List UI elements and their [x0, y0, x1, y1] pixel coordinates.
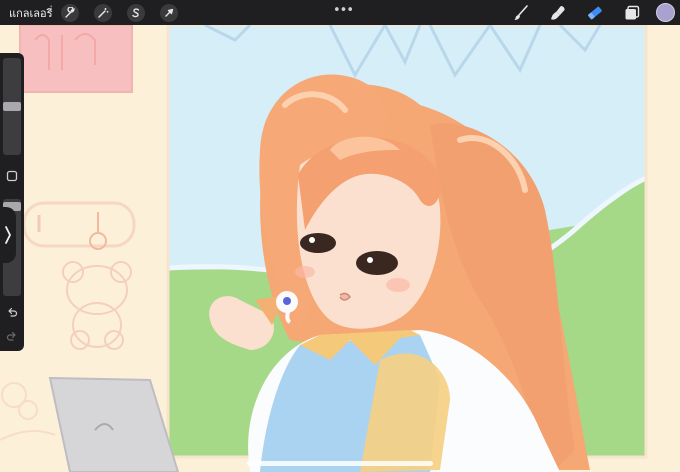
- brush-sidebar: [0, 53, 24, 351]
- more-options-icon[interactable]: •••: [333, 3, 354, 18]
- redo-icon[interactable]: [5, 329, 19, 343]
- color-picker-button[interactable]: [656, 3, 675, 22]
- brush-size-thumb[interactable]: [3, 102, 21, 111]
- chevron-right-icon: [5, 226, 12, 244]
- home-indicator[interactable]: [247, 461, 433, 466]
- wrench-icon[interactable]: [60, 3, 79, 22]
- gallery-button[interactable]: แกลเลอรี่: [9, 4, 53, 22]
- selection-s-icon[interactable]: [126, 3, 145, 22]
- right-tools: [494, 0, 680, 25]
- sidebar-expand-handle[interactable]: [0, 207, 16, 263]
- modify-square-icon[interactable]: [5, 169, 19, 183]
- top-toolbar: แกลเลอรี่ •••: [0, 0, 680, 25]
- layers-icon[interactable]: [622, 3, 642, 23]
- drawing-canvas[interactable]: [0, 25, 680, 472]
- magic-wand-icon[interactable]: [93, 3, 112, 22]
- smudge-icon[interactable]: [548, 3, 568, 23]
- eraser-icon[interactable]: [585, 3, 605, 23]
- brush-icon[interactable]: [511, 3, 531, 23]
- undo-icon[interactable]: [5, 305, 19, 319]
- transform-arrow-icon[interactable]: [159, 3, 178, 22]
